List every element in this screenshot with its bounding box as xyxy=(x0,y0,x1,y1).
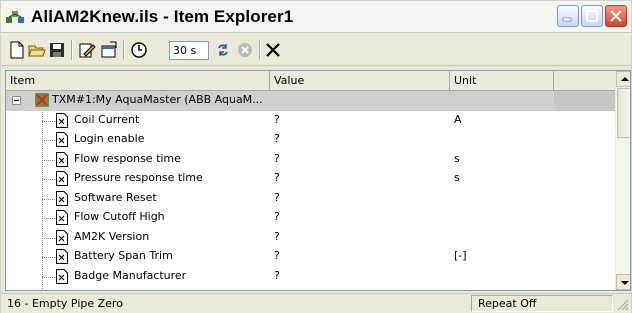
item-name: Flow response time xyxy=(74,151,181,165)
tree-branch xyxy=(42,276,55,278)
scroll-thumb[interactable] xyxy=(617,88,630,138)
floppy-disk-icon[interactable] xyxy=(47,40,67,60)
tree-root-row[interactable]: TXM#1:My AquaMaster (ABB AquaM... xyxy=(6,91,615,111)
table-row[interactable]: AM2K Version ? xyxy=(6,228,615,248)
device-icon xyxy=(35,93,49,107)
column-header-item[interactable]: Item xyxy=(6,71,270,91)
window-title: AllAM2Knew.ils - Item Explorer1 xyxy=(31,7,294,26)
item-unit: [-] xyxy=(454,249,467,262)
item-unit: s xyxy=(454,151,460,165)
column-header-unit[interactable]: Unit xyxy=(450,71,554,91)
tree-branch xyxy=(42,218,55,219)
vertical-scrollbar[interactable] xyxy=(615,71,630,290)
close-icon xyxy=(610,10,622,22)
edit-icon[interactable] xyxy=(77,40,97,60)
item-value: ? xyxy=(274,132,280,145)
item-unit: s xyxy=(454,171,460,184)
item-value: ? xyxy=(274,268,280,282)
toolbar-separator xyxy=(123,40,124,60)
tree-root-label: TXM#1:My AquaMaster (ABB AquaM... xyxy=(52,93,263,106)
collapse-icon[interactable] xyxy=(12,96,21,105)
toolbar-separator xyxy=(259,40,260,60)
scroll-up-button[interactable] xyxy=(616,71,630,87)
new-document-icon[interactable] xyxy=(7,40,27,60)
clock-icon[interactable] xyxy=(129,40,149,60)
refresh-icon[interactable] xyxy=(213,40,233,60)
toolbar: 30 s xyxy=(1,34,631,66)
table-row[interactable]: Pressure response time ? s xyxy=(6,169,615,189)
stop-icon[interactable] xyxy=(235,40,255,60)
item-value: ? xyxy=(274,210,280,223)
item-name: Pressure response time xyxy=(74,171,203,184)
item-document-icon xyxy=(56,229,68,245)
table-row[interactable]: Flow Cutoff High ? xyxy=(6,208,615,228)
grid-header: Item Value Unit xyxy=(6,71,615,91)
resize-grip-icon[interactable] xyxy=(615,297,629,311)
tree-branch xyxy=(42,120,55,122)
open-folder-icon[interactable] xyxy=(27,40,47,60)
column-header-value[interactable]: Value xyxy=(270,71,450,91)
repeat-status: Repeat Off xyxy=(478,297,537,310)
close-button[interactable] xyxy=(605,5,627,27)
item-value: ? xyxy=(274,171,280,184)
status-text: 16 - Empty Pipe Zero xyxy=(7,297,123,310)
item-name: AM2K Version xyxy=(74,229,150,243)
item-document-icon xyxy=(56,151,68,167)
interval-field[interactable]: 30 s xyxy=(169,41,209,60)
properties-icon[interactable] xyxy=(99,40,119,60)
item-unit: A xyxy=(454,112,462,126)
item-grid: Item Value Unit TXM#1:My AquaMaster (ABB… xyxy=(5,70,631,291)
item-document-icon xyxy=(56,112,68,128)
item-value: ? xyxy=(274,249,280,262)
table-row[interactable]: Badge Manufacturer ? xyxy=(6,267,615,287)
maximize-icon xyxy=(586,10,598,22)
column-header-empty xyxy=(554,71,615,91)
tree-branch xyxy=(42,237,55,239)
item-name: Badge Manufacturer xyxy=(74,268,187,282)
tree-branch xyxy=(42,159,55,161)
item-name: Software Reset xyxy=(74,190,157,204)
delete-x-icon[interactable] xyxy=(263,40,283,60)
item-document-icon xyxy=(56,249,68,264)
tree-branch xyxy=(42,198,55,200)
item-document-icon xyxy=(56,190,68,206)
tree-branch xyxy=(42,257,55,258)
title-bar[interactable]: AllAM2Knew.ils - Item Explorer1 xyxy=(1,1,631,33)
item-document-icon xyxy=(56,171,68,186)
item-document-icon xyxy=(56,132,68,147)
item-document-icon xyxy=(56,268,68,284)
minimize-button[interactable] xyxy=(557,5,579,27)
item-value: ? xyxy=(274,112,280,126)
item-name: Coil Current xyxy=(74,112,140,126)
table-row[interactable]: Battery Span Trim ? [-] xyxy=(6,247,615,267)
minimize-icon xyxy=(562,17,572,22)
table-row[interactable]: Flow response time ? s xyxy=(6,150,615,170)
tree-branch xyxy=(42,179,55,180)
item-value: ? xyxy=(274,190,280,204)
table-row[interactable]: Coil Current ? A xyxy=(6,111,615,131)
table-row[interactable]: Login enable ? xyxy=(6,130,615,150)
item-document-icon xyxy=(56,210,68,225)
grid-rows: TXM#1:My AquaMaster (ABB AquaM... Coil C… xyxy=(6,91,615,290)
maximize-button[interactable] xyxy=(581,5,603,27)
status-bar: 16 - Empty Pipe Zero Repeat Off xyxy=(1,293,631,313)
item-explorer-window: AllAM2Knew.ils - Item Explorer1 30 s Ite… xyxy=(0,0,632,313)
item-value: ? xyxy=(274,151,280,165)
table-row[interactable]: Software Reset ? xyxy=(6,189,615,209)
status-pane-repeat: Repeat Off xyxy=(471,295,613,312)
item-name: Battery Span Trim xyxy=(74,249,173,262)
item-name: Flow Cutoff High xyxy=(74,210,165,223)
scroll-down-button[interactable] xyxy=(616,274,630,290)
toolbar-separator xyxy=(71,40,72,60)
item-value: ? xyxy=(274,229,280,243)
app-icon xyxy=(6,11,24,23)
item-name: Login enable xyxy=(74,132,145,145)
tree-branch xyxy=(42,140,55,141)
